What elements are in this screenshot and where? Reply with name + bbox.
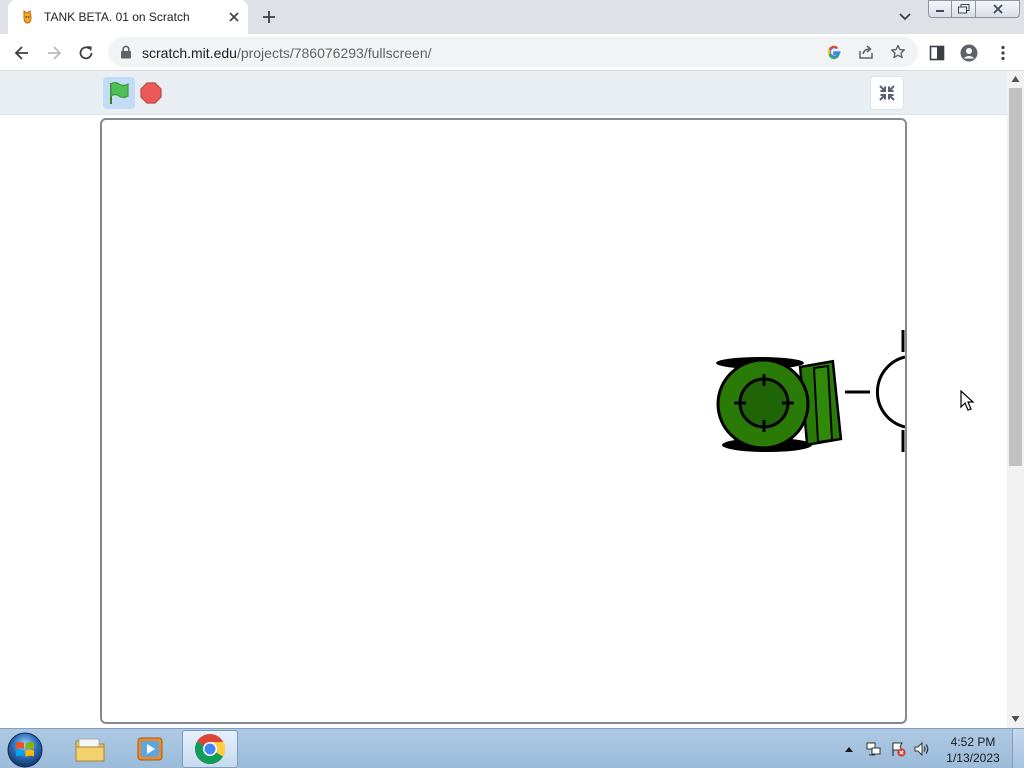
- stage-canvas: [716, 330, 905, 452]
- windows-start-icon[interactable]: [6, 731, 44, 768]
- chrome-icon: [195, 734, 226, 764]
- back-arrow-icon[interactable]: [12, 43, 32, 63]
- share-icon[interactable]: [858, 44, 874, 60]
- browser-toolbar: scratch.mit.edu/projects/786076293/fulls…: [0, 34, 1024, 71]
- window-close-button[interactable]: [976, 0, 1020, 18]
- minimize-button[interactable]: [928, 0, 952, 18]
- forward-arrow-icon[interactable]: [44, 43, 64, 63]
- close-icon: [992, 4, 1003, 14]
- taskbar-file-explorer[interactable]: [62, 730, 118, 768]
- mouse-cursor-icon: [960, 390, 975, 411]
- more-vert-icon[interactable]: [994, 44, 1012, 62]
- url-text: scratch.mit.edu/projects/786076293/fulls…: [142, 45, 432, 61]
- google-icon[interactable]: [826, 44, 842, 60]
- scratch-cat-icon: [23, 10, 32, 24]
- address-bar[interactable]: scratch.mit.edu/projects/786076293/fulls…: [108, 37, 918, 67]
- url-path: /projects/786076293/fullscreen/: [236, 45, 432, 61]
- reload-icon[interactable]: [76, 43, 96, 63]
- plus-icon[interactable]: [260, 8, 278, 26]
- minimize-icon: [936, 10, 944, 12]
- scroll-down-arrow-icon[interactable]: [1011, 715, 1020, 723]
- stop-sign-icon[interactable]: [139, 81, 163, 105]
- clock-date: 1/13/2023: [946, 751, 1000, 765]
- tank-sprite: [716, 357, 843, 452]
- close-icon[interactable]: [226, 9, 242, 25]
- file-explorer-icon: [75, 738, 105, 762]
- restore-icon: [957, 4, 969, 14]
- green-flag-icon: [110, 81, 129, 104]
- scrollbar-thumb[interactable]: [1009, 88, 1022, 466]
- unfullscreen-icon: [879, 85, 895, 101]
- side-panel-icon[interactable]: [928, 44, 946, 62]
- chevron-down-icon[interactable]: [896, 10, 914, 24]
- taskbar-media-player[interactable]: [122, 730, 178, 768]
- media-player-icon: [137, 737, 163, 761]
- profile-icon[interactable]: [960, 44, 978, 62]
- unfullscreen-button[interactable]: [870, 76, 904, 110]
- taskbar: 4:52 PM 1/13/2023: [0, 728, 1024, 768]
- restore-button[interactable]: [952, 0, 976, 18]
- scroll-up-arrow-icon[interactable]: [1011, 75, 1020, 83]
- target-sprite: [845, 330, 905, 452]
- system-clock[interactable]: 4:52 PM 1/13/2023: [938, 734, 1008, 766]
- show-desktop-button[interactable]: [1012, 729, 1024, 768]
- show-hidden-icons-icon[interactable]: [844, 741, 854, 757]
- window-controls: [928, 0, 1020, 18]
- green-flag-button[interactable]: [103, 77, 135, 109]
- tab-title: TANK BETA. 01 on Scratch: [44, 10, 190, 24]
- page-scrollbar[interactable]: [1007, 71, 1024, 728]
- bookmark-star-icon[interactable]: [890, 44, 906, 60]
- taskbar-chrome[interactable]: [182, 730, 238, 768]
- action-center-flag-icon[interactable]: [890, 741, 906, 757]
- url-host: scratch.mit.edu: [142, 45, 237, 61]
- tab-strip: TANK BETA. 01 on Scratch: [0, 0, 1024, 34]
- lock-icon[interactable]: [120, 45, 132, 59]
- network-icon[interactable]: [866, 741, 882, 757]
- project-stage[interactable]: [100, 118, 907, 724]
- volume-icon[interactable]: [914, 741, 930, 757]
- clock-time: 4:52 PM: [950, 735, 996, 749]
- browser-tab[interactable]: TANK BETA. 01 on Scratch: [8, 0, 248, 34]
